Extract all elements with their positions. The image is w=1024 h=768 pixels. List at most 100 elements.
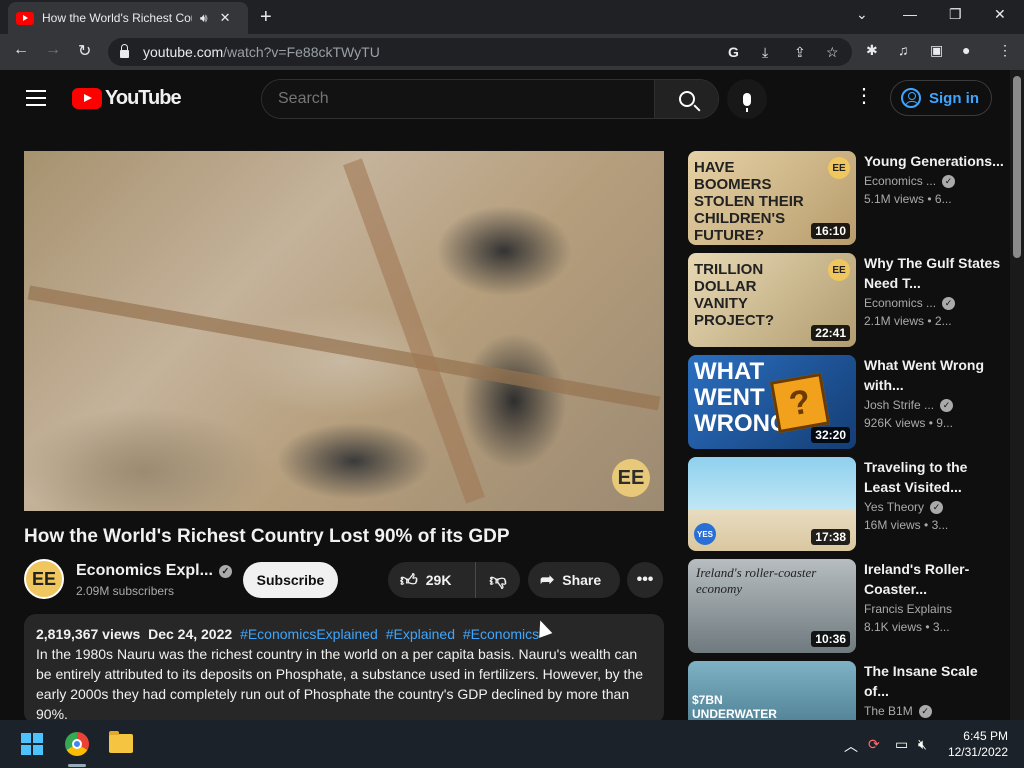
back-icon[interactable]: ← [13, 41, 29, 59]
video-duration: 10:36 [811, 631, 850, 647]
share-page-icon[interactable]: ⇪ [794, 44, 806, 61]
recommended-channel[interactable]: The B1M ✓ [864, 704, 1004, 718]
recommended-channel[interactable]: Economics ... ✓ [864, 174, 1004, 188]
description-box[interactable]: 2,819,367 views Dec 24, 2022 #EconomicsE… [24, 614, 664, 724]
recommended-channel[interactable]: Josh Strife ... ✓ [864, 398, 1004, 412]
recommended-title[interactable]: Ireland's Roller-Coaster... [864, 559, 1004, 599]
recommended-channel[interactable]: Economics ... ✓ [864, 296, 1004, 310]
hashtag-link[interactable]: #Explained [386, 626, 455, 642]
recommended-video[interactable]: HAVE BOOMERS STOLEN THEIR CHILDREN'S FUT… [688, 151, 1004, 245]
bookmark-star-icon[interactable]: ☆ [826, 44, 839, 61]
media-control-icon[interactable]: ♫ [898, 42, 909, 58]
recommended-channel[interactable]: Francis Explains [864, 602, 1004, 616]
share-icon: ➦ [540, 570, 555, 589]
hashtag-link[interactable]: #Economics [463, 626, 539, 642]
recommended-video[interactable]: TRILLION DOLLAR VANITY PROJECT? EE 22:41… [688, 253, 1004, 347]
network-icon[interactable]: ▭ [895, 736, 908, 753]
menu-icon[interactable] [26, 90, 46, 106]
hashtag-link[interactable]: #EconomicsExplained [240, 626, 378, 642]
recommended-title[interactable]: What Went Wrong with... [864, 355, 1004, 395]
more-horizontal-icon: ••• [636, 571, 654, 588]
recommended-title[interactable]: The Insane Scale of... [864, 661, 1004, 701]
recommended-stats: 926K views • 9... [864, 416, 953, 430]
restore-icon[interactable]: ❐ [949, 6, 962, 23]
subscribe-button[interactable]: Subscribe [243, 562, 338, 598]
windows-taskbar: ︿ ⟳ ▭ 🔇︎ 6:45 PM 12/31/2022 [0, 720, 1024, 768]
system-clock[interactable]: 6:45 PM 12/31/2022 [948, 728, 1008, 760]
video-meta: 2,819,367 views Dec 24, 2022 #EconomicsE… [36, 626, 540, 642]
volume-muted-icon[interactable]: 🔇︎ [918, 736, 927, 753]
sync-icon[interactable]: ⟳ [868, 736, 880, 753]
minimize-icon[interactable]: — [903, 6, 917, 22]
recommended-title[interactable]: Young Generations... [864, 151, 1004, 171]
chrome-taskbar-icon[interactable] [65, 732, 89, 756]
recommended-title[interactable]: Traveling to the Least Visited... [864, 457, 1004, 497]
recommended-video[interactable]: YES 17:38 Traveling to the Least Visited… [688, 457, 1004, 551]
new-tab-icon[interactable]: + [260, 6, 272, 29]
channel-badge: YES [694, 523, 716, 545]
side-panel-icon[interactable]: ▣ [930, 42, 943, 59]
youtube-logo[interactable]: YouTube [72, 87, 182, 110]
close-tab-icon[interactable]: ✕ [220, 10, 231, 26]
video-thumbnail[interactable]: TRILLION DOLLAR VANITY PROJECT? EE 22:41 [688, 253, 856, 347]
channel-watermark[interactable]: EE [612, 459, 650, 497]
thumbs-down-icon: 👎︎ [489, 570, 507, 590]
youtube-play-icon [72, 88, 102, 109]
windows-start-icon[interactable] [21, 733, 43, 755]
dislike-button[interactable]: 👎︎ [476, 570, 520, 591]
window-close-icon[interactable]: ✕ [994, 6, 1006, 23]
file-explorer-icon[interactable] [109, 731, 133, 753]
google-lens-icon[interactable]: G [728, 44, 739, 60]
verified-icon: ✓ [930, 501, 944, 514]
search-input[interactable] [262, 80, 654, 118]
video-thumbnail[interactable]: WHAT WENT WRONG ? 32:20 [688, 355, 856, 449]
video-player[interactable]: EE [24, 151, 664, 511]
chrome-menu-icon[interactable]: ⋮ [998, 42, 1012, 59]
video-thumbnail[interactable]: $7BN UNDERWATER [688, 661, 856, 721]
profile-icon[interactable]: ● [962, 42, 970, 58]
channel-avatar[interactable]: EE [24, 559, 64, 599]
verified-icon: ✓ [218, 565, 232, 578]
recommended-title[interactable]: Why The Gulf States Need T... [864, 253, 1004, 293]
reload-icon[interactable]: ↻ [78, 41, 91, 61]
settings-more-icon[interactable]: ⋮ [854, 86, 874, 106]
recommended-stats: 8.1K views • 3... [864, 620, 950, 634]
verified-icon: ✓ [942, 175, 956, 188]
recommended-stats: 2.1M views • 2... [864, 314, 952, 328]
page-scrollbar[interactable] [1010, 70, 1024, 720]
video-duration: 22:41 [811, 325, 850, 341]
tab-search-chevron-icon[interactable]: ⌄ [856, 6, 868, 23]
lock-icon [120, 44, 129, 58]
video-frame-detail [27, 285, 661, 411]
browser-tab[interactable]: How the World's Richest Cou 🔊︎ ✕ [8, 2, 248, 34]
search-button[interactable] [654, 80, 718, 118]
scrollbar-thumb[interactable] [1013, 76, 1021, 258]
channel-name[interactable]: Economics Expl... ✓ [76, 562, 232, 580]
video-thumbnail[interactable]: Ireland's roller-coaster economy 10:36 [688, 559, 856, 653]
share-button[interactable]: ➦ Share [528, 562, 620, 598]
tray-chevron-icon[interactable]: ︿ [844, 736, 858, 756]
search-icon [678, 91, 695, 107]
speaker-icon[interactable]: 🔊︎ [200, 11, 208, 26]
account-icon [901, 88, 921, 108]
clock-date: 12/31/2022 [947, 745, 1008, 759]
recommended-video[interactable]: WHAT WENT WRONG ? 32:20 What Went Wrong … [688, 355, 1004, 449]
install-icon[interactable]: ⤓ [762, 44, 768, 61]
recommended-video[interactable]: $7BN UNDERWATER The Insane Scale of... T… [688, 661, 1004, 721]
extensions-icon[interactable]: ✱ [866, 42, 878, 59]
recommended-channel[interactable]: Yes Theory ✓ [864, 500, 1004, 514]
forward-icon[interactable]: → [45, 41, 61, 59]
more-actions-button[interactable]: ••• [627, 562, 663, 598]
youtube-header: YouTube ⋮ Sign in [0, 70, 1010, 128]
like-button[interactable]: 👍︎ 29K [388, 562, 476, 598]
video-thumbnail[interactable]: HAVE BOOMERS STOLEN THEIR CHILDREN'S FUT… [688, 151, 856, 245]
recommended-video[interactable]: Ireland's roller-coaster economy 10:36 I… [688, 559, 1004, 653]
video-thumbnail[interactable]: YES 17:38 [688, 457, 856, 551]
question-block-icon: ? [769, 372, 831, 434]
like-dislike-group: 👍︎ 29K 👎︎ [388, 562, 520, 598]
subscriber-count: 2.09M subscribers [76, 584, 175, 598]
address-bar[interactable]: youtube.com/watch?v=Fe88ckTWyTU G ⤓ ⇪ ☆ [108, 38, 852, 66]
tab-title: How the World's Richest Cou [42, 11, 192, 25]
sign-in-button[interactable]: Sign in [890, 80, 992, 116]
voice-search-button[interactable] [727, 79, 767, 119]
